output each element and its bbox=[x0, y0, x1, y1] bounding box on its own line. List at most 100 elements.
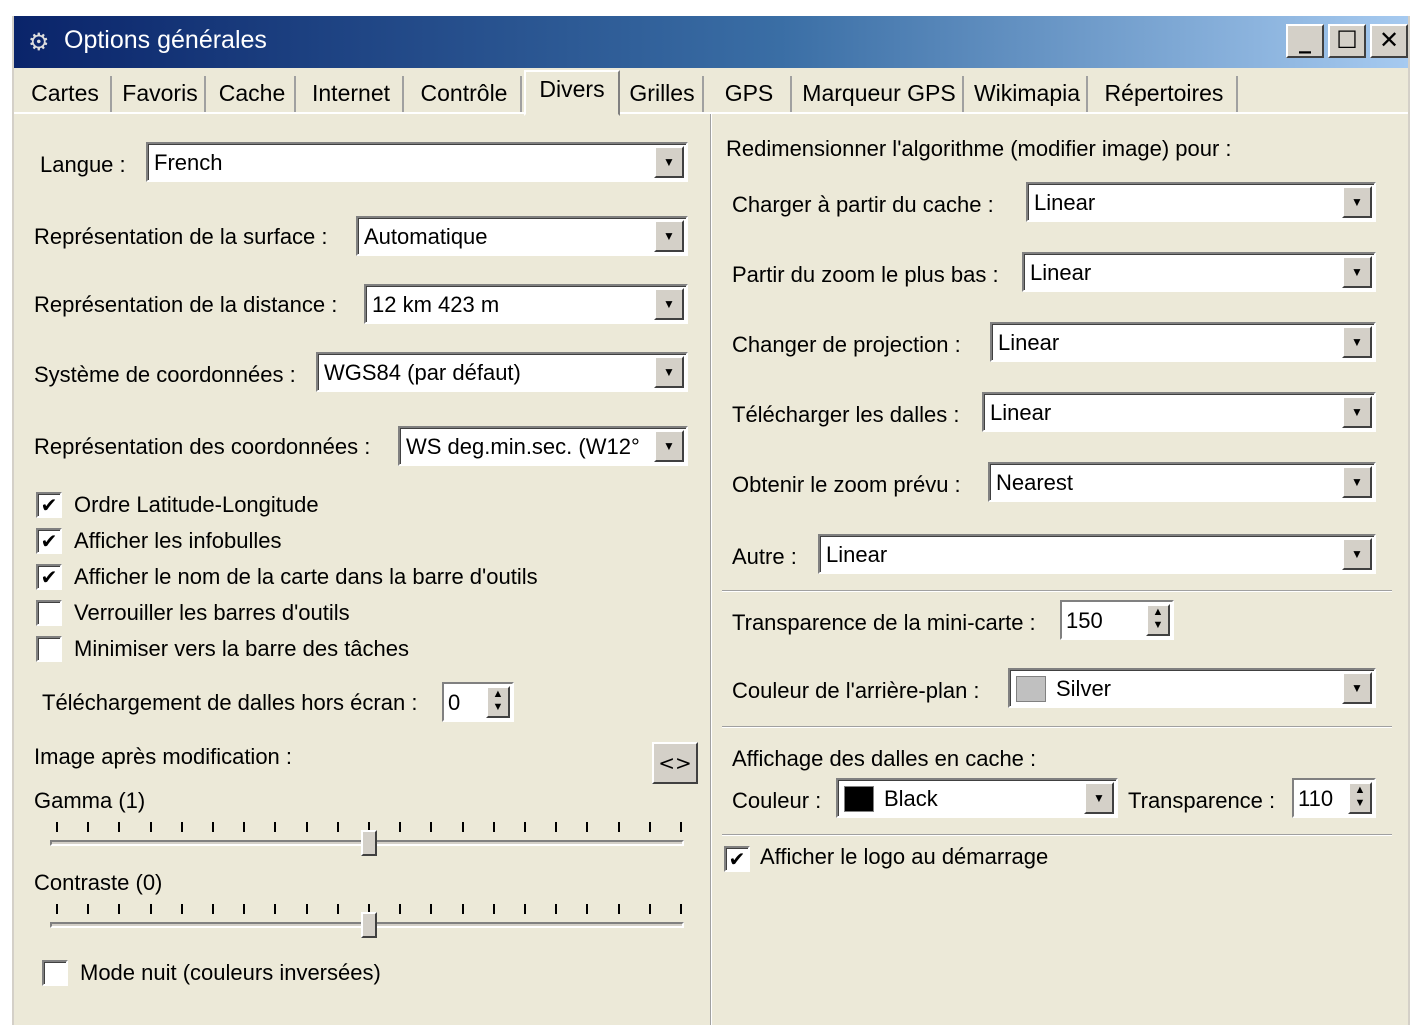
slider-tick bbox=[399, 822, 401, 832]
slider-tick bbox=[118, 904, 120, 914]
resize-download-label: Télécharger les dalles : bbox=[732, 402, 960, 427]
systeme-select[interactable]: WGS84 (par défaut) ▼ bbox=[316, 352, 688, 392]
cache-display-label: Affichage des dalles en cache : bbox=[732, 746, 1037, 771]
slider-tick bbox=[462, 904, 464, 914]
slider-tick bbox=[680, 822, 682, 832]
minimize-button[interactable]: _ bbox=[1286, 24, 1324, 58]
contraste-label: Contraste (0) bbox=[34, 870, 163, 895]
latlon-checkbox[interactable]: ✔ bbox=[36, 492, 62, 518]
infobulles-label: Afficher les infobulles bbox=[74, 528, 282, 553]
surface-value: Automatique bbox=[364, 224, 488, 249]
gamma-label: Gamma (1) bbox=[34, 788, 146, 813]
distance-label: Représentation de la distance : bbox=[34, 292, 338, 317]
maximize-button[interactable]: ☐ bbox=[1328, 24, 1366, 58]
chevron-down-icon[interactable]: ▼ bbox=[654, 430, 684, 462]
tab-strip: Cartes Favoris Cache Internet Contrôle D… bbox=[14, 68, 1408, 116]
slider-tick bbox=[555, 904, 557, 914]
transparence-spinner[interactable]: 110 ▲ ▼ bbox=[1292, 778, 1376, 818]
slider-tick bbox=[306, 904, 308, 914]
resize-other-label: Autre : bbox=[732, 544, 797, 569]
slider-tick bbox=[586, 822, 588, 832]
resize-expected-zoom-label: Obtenir le zoom prévu : bbox=[732, 472, 961, 497]
contraste-slider-thumb[interactable] bbox=[361, 912, 377, 938]
slider-tick bbox=[118, 822, 120, 832]
chevron-down-icon[interactable]: ▼ bbox=[1342, 256, 1372, 288]
chevron-down-icon[interactable]: ▼ bbox=[654, 356, 684, 388]
chevron-down-icon[interactable]: ▼ bbox=[1342, 466, 1372, 498]
tab-gps[interactable]: GPS bbox=[708, 76, 792, 112]
chevron-down-icon[interactable]: ▼ bbox=[1342, 326, 1372, 358]
langue-value: French bbox=[154, 150, 223, 175]
minimize-tray-checkbox[interactable] bbox=[36, 636, 62, 662]
coord-repr-select[interactable]: WS deg.min.sec. (W12° ▼ bbox=[398, 426, 688, 466]
slider-tick bbox=[243, 822, 245, 832]
chevron-down-icon[interactable]: ▼ bbox=[1342, 672, 1372, 704]
chevron-down-icon[interactable]: ▼ bbox=[1342, 538, 1372, 570]
minimap-spinner[interactable]: 150 ▲ ▼ bbox=[1060, 600, 1174, 640]
systeme-value: WGS84 (par défaut) bbox=[324, 360, 521, 385]
couleur-label: Couleur : bbox=[732, 788, 822, 813]
map-name-checkbox[interactable]: ✔ bbox=[36, 564, 62, 590]
infobulles-checkbox[interactable]: ✔ bbox=[36, 528, 62, 554]
surface-select[interactable]: Automatique ▼ bbox=[356, 216, 688, 256]
night-mode-checkbox[interactable] bbox=[42, 960, 68, 986]
tab-internet[interactable]: Internet bbox=[300, 76, 404, 112]
toggle-button[interactable]: <> bbox=[652, 742, 698, 784]
slider-tick bbox=[87, 822, 89, 832]
tab-marqueur-gps[interactable]: Marqueur GPS bbox=[796, 76, 964, 112]
spinner-arrows-icon[interactable]: ▲ ▼ bbox=[1146, 604, 1170, 636]
title-bar[interactable]: ⚙ Options générales _ ☐ ✕ bbox=[14, 16, 1408, 68]
slider-tick bbox=[274, 822, 276, 832]
background-value: Silver bbox=[1056, 676, 1112, 701]
logo-checkbox[interactable]: ✔ bbox=[724, 846, 750, 872]
tab-favoris[interactable]: Favoris bbox=[116, 76, 206, 112]
resize-other-value: Linear bbox=[826, 542, 888, 567]
spinner-arrows-icon[interactable]: ▲ ▼ bbox=[486, 686, 510, 718]
tab-cartes[interactable]: Cartes bbox=[20, 76, 112, 112]
resize-download-select[interactable]: Linear ▼ bbox=[982, 392, 1376, 432]
tab-wikimapia[interactable]: Wikimapia bbox=[968, 76, 1088, 112]
resize-projection-value: Linear bbox=[998, 330, 1060, 355]
offscreen-spinner[interactable]: 0 ▲ ▼ bbox=[442, 682, 514, 722]
spinner-arrows-icon[interactable]: ▲ ▼ bbox=[1348, 782, 1372, 814]
background-select[interactable]: Silver ▼ bbox=[1008, 668, 1376, 708]
slider-tick bbox=[274, 904, 276, 914]
langue-select[interactable]: French ▼ bbox=[146, 142, 688, 182]
chevron-down-icon[interactable]: ▼ bbox=[654, 146, 684, 178]
resize-other-select[interactable]: Linear ▼ bbox=[818, 534, 1376, 574]
resize-zoom-value: Linear bbox=[1030, 260, 1092, 285]
chevron-down-icon[interactable]: ▼ bbox=[654, 220, 684, 252]
resize-projection-select[interactable]: Linear ▼ bbox=[990, 322, 1376, 362]
distance-select[interactable]: 12 km 423 m ▼ bbox=[364, 284, 688, 324]
chevron-down-icon[interactable]: ▼ bbox=[1342, 186, 1372, 218]
tab-controle[interactable]: Contrôle bbox=[408, 76, 522, 112]
gamma-slider-thumb[interactable] bbox=[361, 830, 377, 856]
check-icon: ✔ bbox=[40, 493, 58, 517]
section-divider bbox=[722, 590, 1392, 592]
slider-tick bbox=[212, 904, 214, 914]
tab-grilles[interactable]: Grilles bbox=[622, 76, 704, 112]
couleur-select[interactable]: Black ▼ bbox=[836, 778, 1118, 818]
slider-tick bbox=[243, 904, 245, 914]
resize-expected-zoom-select[interactable]: Nearest ▼ bbox=[988, 462, 1376, 502]
check-icon: ✔ bbox=[728, 847, 746, 871]
slider-tick bbox=[524, 904, 526, 914]
close-button[interactable]: ✕ bbox=[1370, 24, 1408, 58]
lock-toolbars-checkbox[interactable] bbox=[36, 600, 62, 626]
tab-cache[interactable]: Cache bbox=[210, 76, 296, 112]
chevron-down-icon[interactable]: ▼ bbox=[1084, 782, 1114, 814]
slider-tick bbox=[337, 904, 339, 914]
chevron-down-icon[interactable]: ▼ bbox=[1342, 396, 1372, 428]
map-name-label: Afficher le nom de la carte dans la barr… bbox=[74, 564, 538, 589]
tab-repertoires[interactable]: Répertoires bbox=[1092, 76, 1238, 112]
resize-download-value: Linear bbox=[990, 400, 1052, 425]
resize-zoom-select[interactable]: Linear ▼ bbox=[1022, 252, 1376, 292]
resize-cache-select[interactable]: Linear ▼ bbox=[1026, 182, 1376, 222]
langue-label: Langue : bbox=[40, 152, 126, 177]
chevron-down-icon[interactable]: ▼ bbox=[654, 288, 684, 320]
slider-tick bbox=[430, 904, 432, 914]
section-divider bbox=[722, 834, 1392, 836]
resize-projection-label: Changer de projection : bbox=[732, 332, 961, 357]
offscreen-value: 0 bbox=[448, 690, 461, 715]
tab-divers[interactable]: Divers bbox=[524, 70, 620, 116]
